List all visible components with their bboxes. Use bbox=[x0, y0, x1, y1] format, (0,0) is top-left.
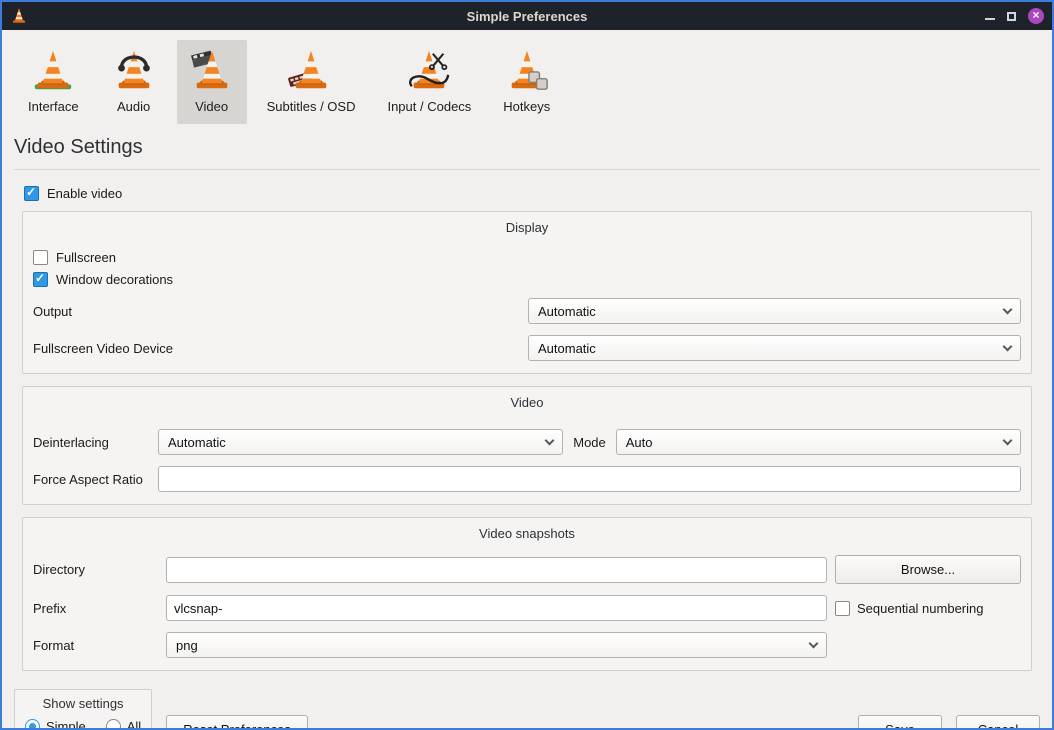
show-settings-options: Simple All bbox=[25, 719, 141, 730]
chevron-down-icon bbox=[545, 435, 555, 445]
preferences-toolbar: Interface Audio Video bbox=[2, 30, 1052, 124]
simple-preferences-window: Simple Preferences × Interface Audio bbox=[0, 0, 1054, 730]
fullscreen-device-dropdown[interactable]: Automatic bbox=[528, 335, 1021, 361]
fullscreen-device-value: Automatic bbox=[538, 341, 596, 356]
snapshots-grid: Directory Browse... Prefix Sequential nu… bbox=[33, 555, 1021, 658]
fullscreen-row: Fullscreen bbox=[33, 250, 1021, 265]
tab-label: Video bbox=[195, 99, 228, 114]
tab-audio[interactable]: Audio bbox=[99, 40, 169, 124]
chevron-down-icon bbox=[1003, 341, 1013, 351]
title-bar[interactable]: Simple Preferences × bbox=[2, 2, 1052, 30]
fullscreen-device-row: Fullscreen Video Device Automatic bbox=[33, 335, 1021, 361]
display-group-title: Display bbox=[33, 216, 1021, 243]
video-group: Video Deinterlacing Automatic Mode Auto … bbox=[22, 386, 1032, 505]
window-title: Simple Preferences bbox=[2, 9, 1052, 24]
format-dropdown[interactable]: png bbox=[166, 632, 827, 658]
tab-input-codecs[interactable]: Input / Codecs bbox=[375, 40, 483, 124]
enable-video-row: Enable video bbox=[24, 186, 1040, 201]
tab-label: Subtitles / OSD bbox=[267, 99, 356, 114]
mode-value: Auto bbox=[626, 435, 653, 450]
aspect-ratio-input[interactable] bbox=[158, 466, 1021, 492]
close-icon[interactable]: × bbox=[1028, 8, 1044, 24]
footer: Show settings Simple All Reset Preferenc… bbox=[2, 683, 1052, 730]
browse-button[interactable]: Browse... bbox=[835, 555, 1021, 584]
output-label: Output bbox=[33, 304, 528, 319]
reset-preferences-button[interactable]: Reset Preferences bbox=[166, 715, 308, 730]
chevron-down-icon bbox=[1003, 435, 1013, 445]
format-value: png bbox=[176, 638, 198, 653]
aspect-ratio-row: Force Aspect Ratio bbox=[33, 466, 1021, 492]
hotkeys-icon bbox=[504, 48, 550, 94]
display-group: Display Fullscreen Window decorations Ou… bbox=[22, 211, 1032, 374]
enable-video-checkbox[interactable] bbox=[24, 186, 39, 201]
deinterlacing-dropdown[interactable]: Automatic bbox=[158, 429, 563, 455]
window-decorations-row: Window decorations bbox=[33, 272, 1021, 287]
tab-video[interactable]: Video bbox=[177, 40, 247, 124]
fullscreen-checkbox[interactable] bbox=[33, 250, 48, 265]
prefix-label: Prefix bbox=[33, 601, 158, 616]
deinterlacing-value: Automatic bbox=[168, 435, 226, 450]
chevron-down-icon bbox=[809, 638, 819, 648]
sequential-numbering-checkbox[interactable] bbox=[835, 601, 850, 616]
snapshots-group: Video snapshots Directory Browse... Pref… bbox=[22, 517, 1032, 671]
video-icon bbox=[189, 48, 235, 94]
aspect-ratio-label: Force Aspect Ratio bbox=[33, 472, 158, 487]
tab-hotkeys[interactable]: Hotkeys bbox=[491, 40, 562, 124]
tab-label: Input / Codecs bbox=[387, 99, 471, 114]
minimize-icon[interactable] bbox=[985, 18, 995, 20]
tab-label: Audio bbox=[117, 99, 150, 114]
settings-content: Video Settings Enable video Display Full… bbox=[2, 124, 1052, 683]
deinterlacing-row: Deinterlacing Automatic Mode Auto bbox=[33, 429, 1021, 455]
output-row: Output Automatic bbox=[33, 298, 1021, 324]
fullscreen-device-label: Fullscreen Video Device bbox=[33, 341, 528, 356]
video-group-title: Video bbox=[33, 391, 1021, 418]
deinterlacing-label: Deinterlacing bbox=[33, 435, 158, 450]
page-title: Video Settings bbox=[14, 136, 1040, 159]
enable-video-label: Enable video bbox=[47, 186, 122, 201]
input-codecs-icon bbox=[406, 48, 452, 94]
interface-icon bbox=[30, 48, 76, 94]
prefix-input[interactable] bbox=[166, 595, 827, 621]
all-radio[interactable] bbox=[106, 719, 121, 730]
sequential-numbering-row: Sequential numbering bbox=[835, 601, 1021, 616]
output-value: Automatic bbox=[538, 304, 596, 319]
tab-label: Interface bbox=[28, 99, 79, 114]
output-dropdown[interactable]: Automatic bbox=[528, 298, 1021, 324]
directory-label: Directory bbox=[33, 562, 158, 577]
tab-interface[interactable]: Interface bbox=[16, 40, 91, 124]
save-button[interactable]: Save bbox=[858, 715, 942, 730]
cancel-button[interactable]: Cancel bbox=[956, 715, 1040, 730]
show-settings-group: Show settings Simple All bbox=[14, 689, 152, 730]
simple-radio-label: Simple bbox=[46, 719, 86, 730]
window-decorations-checkbox[interactable] bbox=[33, 272, 48, 287]
window-decorations-label: Window decorations bbox=[56, 272, 173, 287]
simple-radio[interactable] bbox=[25, 719, 40, 730]
restore-icon[interactable] bbox=[1007, 12, 1016, 21]
directory-input[interactable] bbox=[166, 557, 827, 583]
all-radio-label: All bbox=[127, 719, 141, 730]
fullscreen-label: Fullscreen bbox=[56, 250, 116, 265]
title-divider bbox=[14, 169, 1040, 170]
vlc-cone-icon bbox=[10, 7, 28, 25]
sequential-numbering-label: Sequential numbering bbox=[857, 601, 983, 616]
tab-subtitles-osd[interactable]: Subtitles / OSD bbox=[255, 40, 368, 124]
chevron-down-icon bbox=[1003, 304, 1013, 314]
snapshots-group-title: Video snapshots bbox=[33, 522, 1021, 549]
format-label: Format bbox=[33, 638, 158, 653]
tab-label: Hotkeys bbox=[503, 99, 550, 114]
mode-label: Mode bbox=[573, 435, 606, 450]
mode-dropdown[interactable]: Auto bbox=[616, 429, 1021, 455]
show-settings-title: Show settings bbox=[25, 694, 141, 719]
subtitles-icon bbox=[288, 48, 334, 94]
audio-icon bbox=[111, 48, 157, 94]
